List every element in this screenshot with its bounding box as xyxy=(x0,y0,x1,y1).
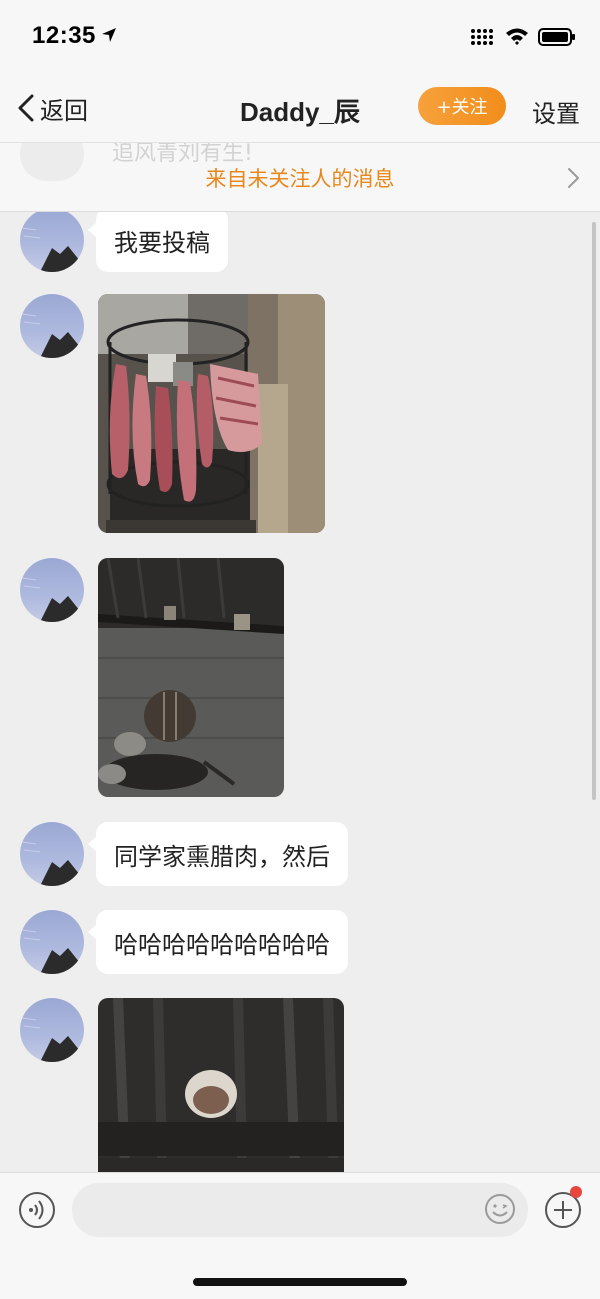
notice-text: 来自未关注人的消息 xyxy=(205,167,395,191)
input-bar xyxy=(0,1172,600,1299)
photo-message-kitchen[interactable] xyxy=(98,558,284,797)
avatar[interactable] xyxy=(20,558,84,622)
avatar-image xyxy=(21,1017,84,1062)
message-input[interactable] xyxy=(72,1183,528,1237)
avatar[interactable] xyxy=(20,212,84,272)
chevron-right-icon xyxy=(568,168,579,188)
page-title: Daddy_辰 xyxy=(240,97,360,127)
text-message[interactable]: 我要投稿 xyxy=(88,212,228,272)
location-arrow-icon xyxy=(102,28,116,42)
status-bar: 12:35 xyxy=(0,0,600,74)
follow-button[interactable]: +关注 xyxy=(418,87,506,125)
wifi-icon xyxy=(506,28,528,45)
avatar-image xyxy=(21,841,84,886)
nav-bar: 返回 Daddy_辰 +关注 设置 xyxy=(0,74,600,142)
photo-message-roof[interactable] xyxy=(98,998,344,1172)
status-time: 12:35 xyxy=(32,22,96,49)
notification-dot xyxy=(570,1186,582,1198)
avatar[interactable] xyxy=(20,822,84,886)
avatar-image xyxy=(21,313,84,358)
photo-message-meat[interactable] xyxy=(98,294,325,533)
avatar-image xyxy=(21,929,84,974)
avatar-image xyxy=(21,227,84,272)
chat-list[interactable]: 我要投稿 同学家熏腊肉，然后 哈哈哈哈哈哈哈哈哈 xyxy=(0,212,600,1172)
cellular-signal-icon xyxy=(471,29,493,45)
home-indicator xyxy=(193,1278,407,1286)
avatar[interactable] xyxy=(20,294,84,358)
avatar-image xyxy=(21,577,84,622)
unfollowed-notice-bar[interactable]: 追风青刘有生! 来自未关注人的消息 xyxy=(0,142,600,212)
avatar[interactable] xyxy=(20,910,84,974)
text-message[interactable]: 哈哈哈哈哈哈哈哈哈 xyxy=(88,910,348,974)
chat-scrollbar[interactable] xyxy=(592,222,596,800)
voice-input-icon[interactable] xyxy=(18,1191,56,1229)
text-message[interactable]: 同学家熏腊肉，然后 xyxy=(88,822,348,886)
settings-button[interactable]: 设置 xyxy=(532,94,580,129)
battery-icon xyxy=(538,28,575,46)
avatar[interactable] xyxy=(20,998,84,1062)
emoji-icon[interactable] xyxy=(484,1193,516,1225)
